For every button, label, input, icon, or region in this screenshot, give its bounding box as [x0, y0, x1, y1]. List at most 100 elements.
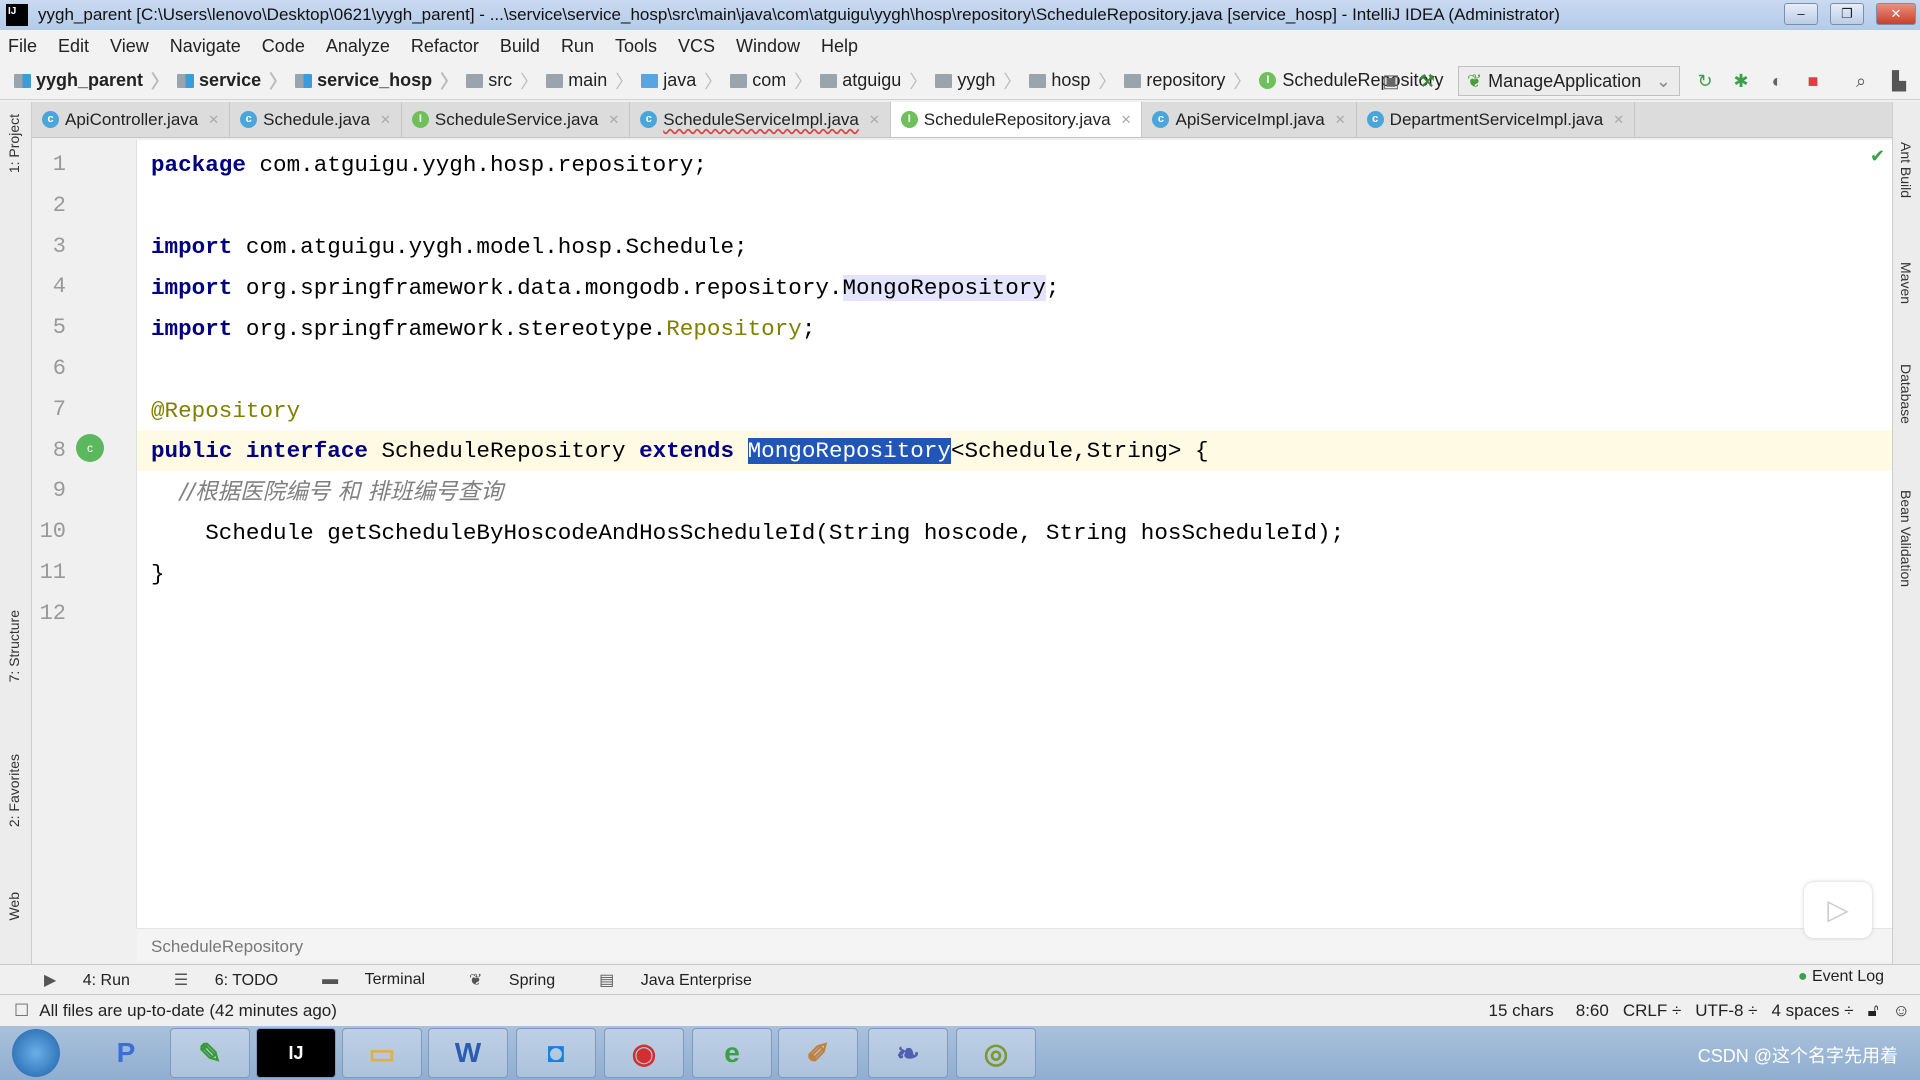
tool-bean-validation[interactable]: Bean Validation	[1898, 490, 1914, 587]
tool-window-bar: ▶ 4: Run ☰ 6: TODO ▬ Terminal ❦ Spring ▤ Jav…	[0, 964, 1920, 994]
close-button[interactable]: ✕	[1876, 3, 1916, 25]
menu-build[interactable]: Build	[500, 36, 540, 57]
tab-scheduleservice[interactable]: I ScheduleService.java ✕	[402, 102, 631, 137]
taskbar-app-p-icon[interactable]: P	[86, 1028, 166, 1078]
code-line-3: import com.atguigu.yygh.model.hosp.Sched…	[151, 227, 748, 267]
taskbar-mysql-icon[interactable]: ❧	[868, 1028, 948, 1078]
event-log-button[interactable]: ● Event Log	[1798, 968, 1884, 986]
breadcrumb-main[interactable]: main 〉	[546, 68, 633, 94]
tool-window-spring[interactable]: ❦ Spring	[469, 970, 577, 990]
file-encoding[interactable]: UTF-8 ÷	[1695, 1001, 1757, 1021]
menu-analyze[interactable]: Analyze	[326, 36, 390, 57]
selection-chars: 15 chars	[1488, 1000, 1554, 1020]
tab-scheduleserviceimpl[interactable]: c ScheduleServiceImpl.java ✕	[630, 102, 891, 137]
tool-web[interactable]: Web	[6, 892, 22, 921]
tool-ant-build[interactable]: Ant Build	[1898, 142, 1914, 198]
tool-window-terminal[interactable]: ▬ Terminal	[322, 971, 447, 989]
taskbar-explorer-icon[interactable]: ▭	[342, 1028, 422, 1078]
tab-schedule[interactable]: c Schedule.java ✕	[230, 102, 402, 137]
indent-setting[interactable]: 4 spaces ÷	[1772, 1001, 1854, 1021]
status-bar: ☐ All files are up-to-date (42 minutes a…	[0, 994, 1920, 1026]
menu-code[interactable]: Code	[262, 36, 305, 57]
menu-run[interactable]: Run	[561, 36, 594, 57]
caret-position[interactable]: 8:60	[1576, 1001, 1609, 1021]
run-config-label: ManageApplication	[1488, 70, 1642, 91]
close-tab-icon[interactable]: ✕	[208, 112, 219, 128]
tool-project[interactable]: 1: Project	[6, 114, 22, 173]
taskbar-intellij-icon[interactable]: IJ	[256, 1028, 336, 1078]
tool-structure[interactable]: 7: Structure	[6, 610, 22, 682]
project-icon[interactable]: ▙	[1888, 70, 1910, 92]
menu-tools[interactable]: Tools	[615, 36, 657, 57]
close-tab-icon[interactable]: ✕	[1335, 112, 1346, 128]
code-line-8: public interface ScheduleRepository exte…	[151, 431, 1209, 471]
taskbar-app-green-icon[interactable]: ◎	[956, 1028, 1036, 1078]
menu-vcs[interactable]: VCS	[678, 36, 715, 57]
highlighted-usage: MongoRepository	[842, 275, 1046, 301]
close-tab-icon[interactable]: ✕	[1613, 112, 1624, 128]
coverage-icon[interactable]: ◐	[1766, 70, 1788, 92]
lock-icon[interactable]: 🔓︎	[1868, 1001, 1879, 1021]
restore-button[interactable]: ❐	[1830, 3, 1864, 25]
tool-window-icon: ☰	[173, 971, 193, 989]
menu-window[interactable]: Window	[736, 36, 800, 57]
code-line-1: package com.atguigu.yygh.hosp.repository…	[151, 145, 707, 185]
rerun-icon[interactable]: ↻	[1694, 70, 1716, 92]
breadcrumb-java[interactable]: java 〉	[641, 68, 722, 94]
breadcrumb-service[interactable]: service 〉	[177, 68, 287, 94]
taskbar-paint-icon[interactable]: ✐	[778, 1028, 858, 1078]
tool-window-icon: ▤	[599, 971, 619, 989]
search-icon[interactable]: ⌕	[1850, 70, 1872, 92]
tool-window-todo[interactable]: ☰ 6: TODO	[174, 970, 300, 990]
breadcrumb-yygh[interactable]: yygh 〉	[935, 68, 1021, 94]
menu-refactor[interactable]: Refactor	[411, 36, 479, 57]
debug-icon[interactable]: ✱	[1730, 70, 1752, 92]
tab-apiserviceimpl[interactable]: c ApiServiceImpl.java ✕	[1142, 102, 1357, 137]
tool-window-run[interactable]: ▶ 4: Run	[44, 970, 152, 990]
breadcrumb-label: main	[568, 70, 608, 90]
editor-breadcrumb[interactable]: ScheduleRepository	[137, 928, 1892, 962]
tool-favorites[interactable]: 2: Favorites	[6, 754, 22, 827]
implemented-interface-icon[interactable]: c	[76, 434, 104, 462]
breadcrumb-atguigu[interactable]: atguigu 〉	[820, 68, 927, 94]
stop-icon[interactable]: ■	[1802, 70, 1824, 92]
taskbar-app-red-icon[interactable]: ◉	[604, 1028, 684, 1078]
play-overlay-icon[interactable]: ▷	[1804, 882, 1872, 938]
inspector-icon[interactable]: ☺	[1893, 1001, 1910, 1021]
tab-schedulerepository[interactable]: I ScheduleRepository.java ✕	[890, 102, 1143, 137]
close-tab-icon[interactable]: ✕	[608, 112, 619, 128]
breadcrumb-src[interactable]: src 〉	[466, 68, 538, 94]
taskbar-browser-icon[interactable]: e	[692, 1028, 772, 1078]
run-configuration-dropdown[interactable]: ❦ ManageApplication ⌄	[1458, 66, 1680, 96]
project-structure-icon[interactable]: ▣	[1380, 70, 1402, 92]
close-tab-icon[interactable]: ✕	[869, 112, 880, 128]
menu-edit[interactable]: Edit	[58, 36, 89, 57]
breadcrumb-label: yygh_parent	[36, 70, 144, 90]
taskbar-app-icon[interactable]: ◘	[516, 1028, 596, 1078]
start-button-icon[interactable]	[12, 1029, 60, 1077]
breadcrumb-yygh_parent[interactable]: yygh_parent 〉	[14, 68, 169, 94]
menu-help[interactable]: Help	[821, 36, 858, 57]
tool-maven[interactable]: Maven	[1898, 262, 1914, 304]
build-hammer-icon[interactable]: ⚒	[1416, 70, 1438, 92]
tab-departmentserviceimpl[interactable]: c DepartmentServiceImpl.java ✕	[1357, 102, 1636, 137]
menu-view[interactable]: View	[110, 36, 149, 57]
close-tab-icon[interactable]: ✕	[380, 112, 391, 128]
line-separator[interactable]: CRLF ÷	[1623, 1001, 1681, 1021]
minimize-button[interactable]: –	[1784, 3, 1818, 25]
tool-window-javaenterprise[interactable]: ▤ Java Enterprise	[599, 970, 774, 990]
breadcrumb-hosp[interactable]: hosp 〉	[1029, 68, 1116, 94]
tab-apicontroller[interactable]: c ApiController.java ✕	[32, 102, 231, 137]
tool-database[interactable]: Database	[1898, 364, 1914, 424]
class-icon: c	[42, 111, 59, 128]
status-toggle-icon[interactable]: ☐	[14, 1001, 29, 1021]
breadcrumb-com[interactable]: com 〉	[730, 68, 812, 94]
close-tab-icon[interactable]: ✕	[1121, 112, 1132, 128]
taskbar-notepad-icon[interactable]: ✎	[170, 1028, 250, 1078]
menu-navigate[interactable]: Navigate	[170, 36, 241, 57]
taskbar-word-icon[interactable]: W	[428, 1028, 508, 1078]
chevron-right-icon: 〉	[794, 71, 813, 92]
breadcrumb-service_hosp[interactable]: service_hosp 〉	[295, 68, 458, 94]
menu-file[interactable]: File	[8, 36, 37, 57]
breadcrumb-repository[interactable]: repository 〉	[1124, 68, 1251, 94]
